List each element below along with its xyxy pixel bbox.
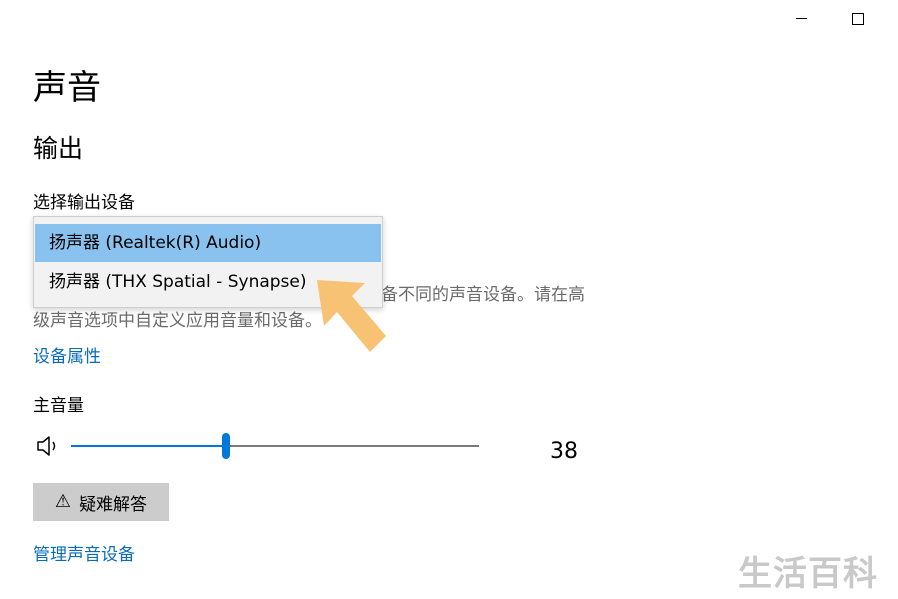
manage-sound-devices-link[interactable]: 管理声音设备	[33, 543, 135, 567]
device-properties-link[interactable]: 设备属性	[33, 345, 101, 369]
slider-thumb[interactable]	[222, 433, 231, 459]
output-heading: 输出	[33, 134, 84, 163]
output-device-dropdown[interactable]: 扬声器 (Realtek(R) Audio) 扬声器 (THX Spatial …	[33, 216, 383, 308]
dropdown-option-realtek[interactable]: 扬声器 (Realtek(R) Audio)	[35, 224, 381, 262]
description-line-2: 级声音选项中自定义应用音量和设备。	[33, 311, 322, 331]
warning-icon: ⚠	[54, 491, 72, 512]
page-title: 声音	[33, 68, 101, 108]
watermark-text: 生活百科	[738, 554, 878, 594]
slider-fill	[71, 445, 227, 447]
master-volume-label: 主音量	[33, 396, 84, 416]
select-output-device-label: 选择输出设备	[33, 193, 135, 213]
maximize-button[interactable]	[840, 6, 874, 32]
dropdown-option-thx[interactable]: 扬声器 (THX Spatial - Synapse)	[35, 263, 381, 301]
maximize-icon	[852, 13, 864, 25]
speaker-icon[interactable]	[36, 435, 62, 457]
minimize-icon	[796, 18, 807, 19]
troubleshoot-label: 疑难解答	[79, 494, 148, 515]
minimize-button[interactable]	[784, 6, 818, 32]
master-volume-slider[interactable]	[71, 433, 479, 459]
volume-value: 38	[550, 439, 578, 464]
troubleshoot-button[interactable]: ⚠ 疑难解答	[33, 483, 169, 521]
